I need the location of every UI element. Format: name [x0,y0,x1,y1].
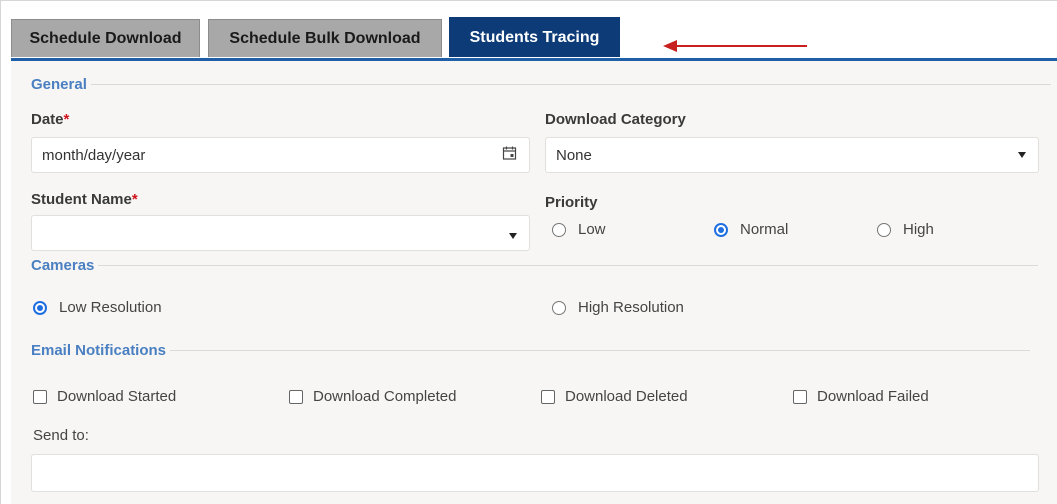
student-name-label-text: Student Name [31,191,132,208]
low-resolution-label: Low Resolution [59,299,162,316]
radio-icon[interactable] [552,300,566,315]
download-started-label: Download Started [57,388,177,405]
send-to-label: Send to: [33,427,89,444]
priority-normal-label: Normal [740,221,789,238]
radio-selected-icon[interactable] [33,300,47,315]
date-label: Date* [31,111,69,128]
category-label: Download Category [545,111,686,128]
download-deleted-label: Download Deleted [565,388,688,405]
priority-low-radio[interactable]: Low [552,221,606,238]
chevron-down-icon [509,233,517,240]
download-completed-checkbox[interactable]: Download Completed [289,388,456,405]
tab-schedule-bulk-download[interactable]: Schedule Bulk Download [208,19,442,57]
download-started-checkbox[interactable]: Download Started [33,388,176,405]
student-name-select[interactable] [31,215,530,251]
radio-icon[interactable] [552,222,566,237]
tab-students-tracing[interactable]: Students Tracing [449,17,620,57]
download-failed-checkbox[interactable]: Download Failed [793,388,929,405]
download-completed-label: Download Completed [313,388,457,405]
section-email-notifications: Email Notifications [31,342,1031,359]
checkbox-icon[interactable] [289,389,303,404]
download-deleted-checkbox[interactable]: Download Deleted [541,388,688,405]
category-select[interactable]: None [545,137,1039,173]
priority-low-label: Low [578,221,606,238]
tab-schedule-download[interactable]: Schedule Download [11,19,200,57]
window-frame: Schedule Download Schedule Bulk Download… [0,0,1057,504]
tab-bar: Schedule Download Schedule Bulk Download… [11,11,1057,58]
section-general-title: General [31,76,87,93]
annotation-arrow-icon [663,40,807,52]
date-input-placeholder: month/day/year [42,146,146,164]
priority-high-label: High [903,221,934,238]
student-name-label: Student Name* [31,191,138,208]
checkbox-icon[interactable] [33,389,47,404]
radio-selected-icon[interactable] [714,222,728,237]
section-cameras-title: Cameras [31,257,95,274]
tracing-form-panel: General Date* month/day/year Download Ca… [11,58,1057,504]
checkbox-icon[interactable] [793,389,807,404]
send-to-input[interactable] [31,454,1039,492]
high-resolution-label: High Resolution [578,299,684,316]
radio-icon[interactable] [877,222,891,237]
calendar-icon[interactable] [502,146,517,165]
divider [170,350,1031,351]
section-general: General [31,76,1051,93]
priority-label: Priority [545,194,598,211]
date-input[interactable]: month/day/year [31,137,530,173]
priority-normal-radio[interactable]: Normal [714,221,788,238]
section-email-title: Email Notifications [31,342,167,359]
checkbox-icon[interactable] [541,389,555,404]
required-mark: * [63,111,70,128]
low-resolution-radio[interactable]: Low Resolution [33,299,162,316]
high-resolution-radio[interactable]: High Resolution [552,299,684,316]
chevron-down-icon [1018,152,1026,158]
required-mark: * [131,191,138,208]
download-failed-label: Download Failed [817,388,929,405]
divider [98,265,1039,266]
section-cameras: Cameras [31,257,1039,274]
date-label-text: Date [31,111,64,128]
divider [90,84,1051,85]
category-select-value: None [556,146,592,164]
priority-high-radio[interactable]: High [877,221,934,238]
